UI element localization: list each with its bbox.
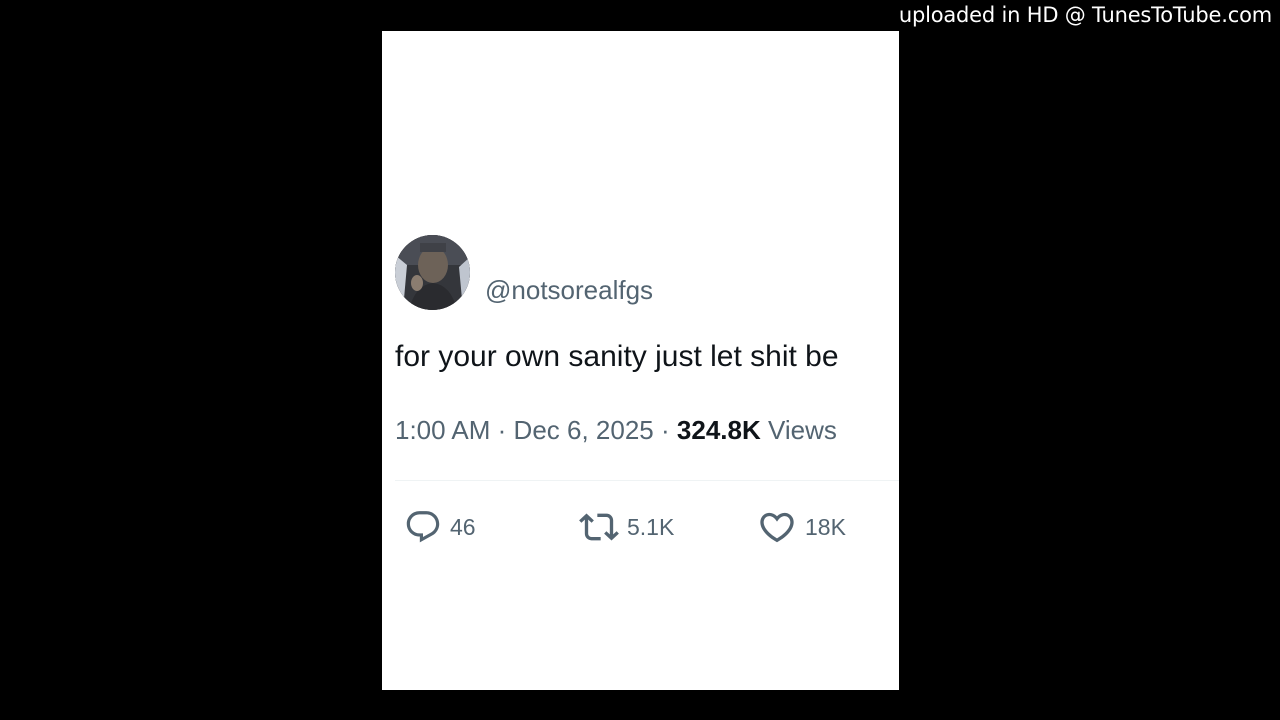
views-label: Views bbox=[767, 415, 837, 445]
tweet-meta: 1:00 AM · Dec 6, 2025 · 324.8K Views bbox=[395, 415, 837, 446]
retweet-count: 5.1K bbox=[627, 513, 675, 540]
reply-icon bbox=[404, 508, 442, 546]
like-button[interactable]: 18K bbox=[757, 507, 846, 547]
retweet-icon bbox=[579, 507, 619, 547]
heart-icon bbox=[757, 507, 797, 547]
reply-button[interactable]: 46 bbox=[404, 507, 476, 547]
tweet-card: @notsorealfgs for your own sanity just l… bbox=[382, 31, 899, 690]
retweet-button[interactable]: 5.1K bbox=[579, 507, 674, 547]
reply-count: 46 bbox=[450, 513, 476, 540]
tweet-text: for your own sanity just let shit be bbox=[395, 340, 839, 373]
meta-separator: · bbox=[497, 415, 507, 445]
avatar-photo bbox=[395, 235, 470, 310]
tweet-date[interactable]: Dec 6, 2025 bbox=[514, 415, 654, 445]
tweet-time[interactable]: 1:00 AM bbox=[395, 415, 490, 445]
watermark-text: uploaded in HD @ TunesToTube.com bbox=[898, 3, 1272, 27]
user-handle[interactable]: @notsorealfgs bbox=[485, 275, 653, 306]
meta-separator: · bbox=[661, 415, 670, 445]
views-count[interactable]: 324.8K bbox=[677, 415, 761, 445]
divider bbox=[395, 480, 899, 481]
like-count: 18K bbox=[805, 513, 846, 540]
avatar[interactable] bbox=[395, 235, 470, 310]
